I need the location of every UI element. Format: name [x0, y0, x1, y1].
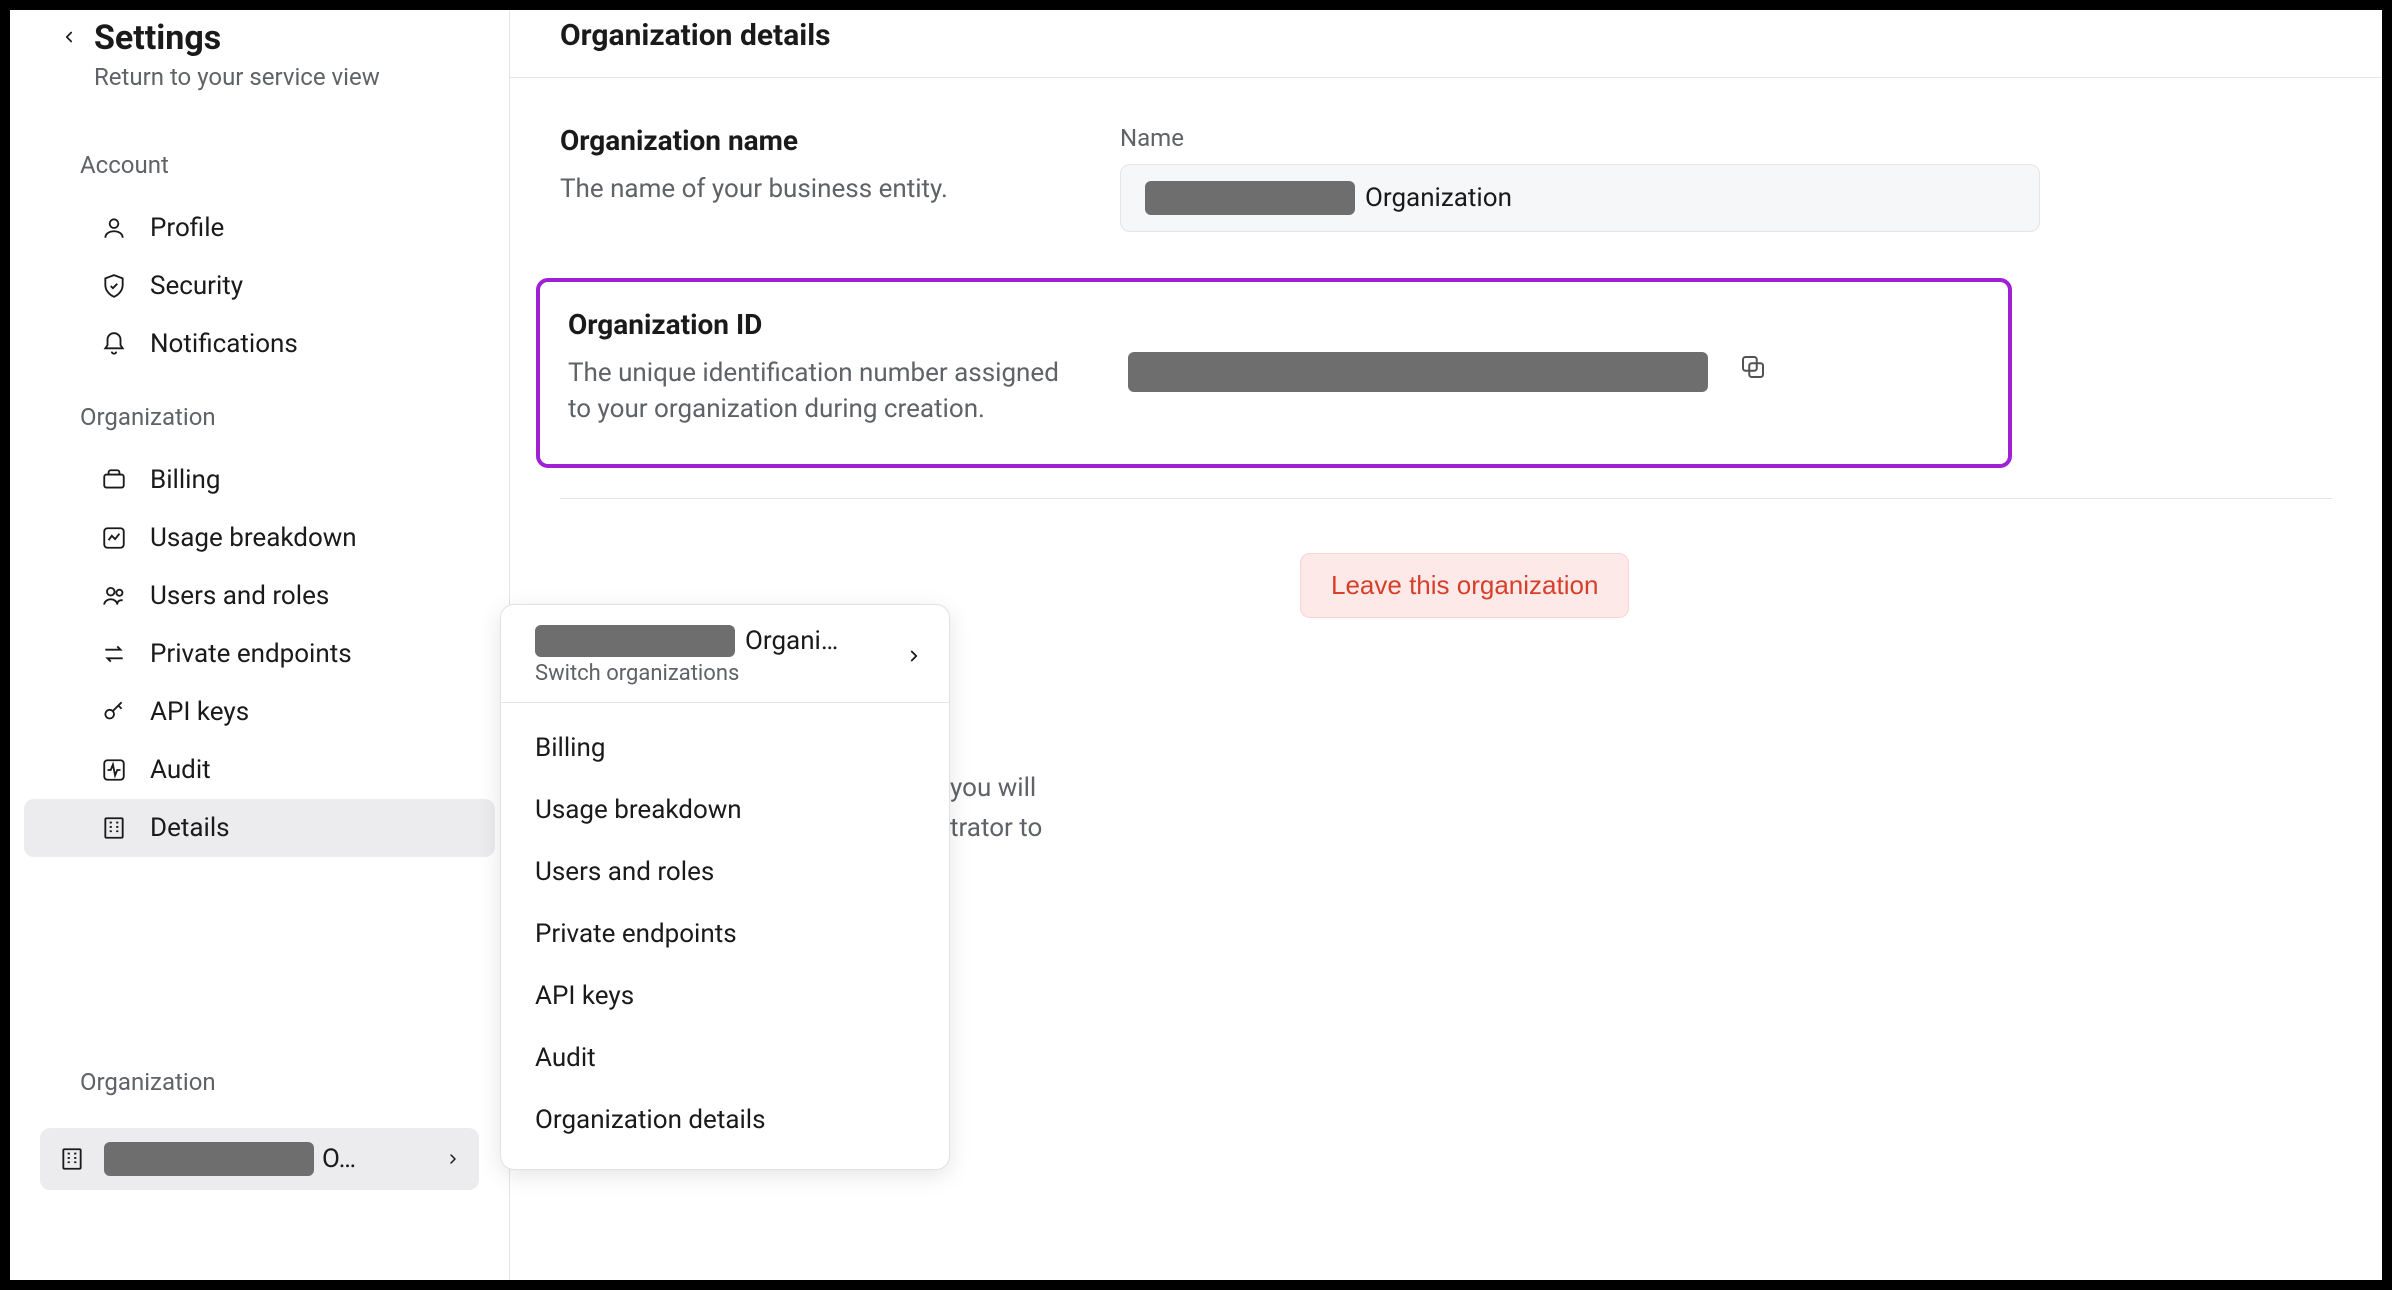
user-icon: [100, 214, 128, 242]
shield-icon: [100, 272, 128, 300]
chevron-right-icon: [905, 647, 923, 665]
wallet-icon: [100, 466, 128, 494]
redacted-popover-org: [535, 625, 735, 657]
popover-item-billing[interactable]: Billing: [501, 717, 949, 779]
org-id-desc: The unique identification number assigne…: [568, 355, 1088, 428]
back-chevron-icon[interactable]: [60, 28, 78, 46]
sidebar-item-label: Users and roles: [150, 581, 329, 611]
sidebar-item-label: Notifications: [150, 329, 298, 359]
settings-title: Settings: [94, 20, 380, 57]
key-icon: [100, 698, 128, 726]
org-name-section: Organization name The name of your busin…: [510, 78, 2382, 278]
arrows-icon: [100, 640, 128, 668]
sidebar-item-api-keys[interactable]: API keys: [24, 683, 495, 741]
sidebar-item-billing[interactable]: Billing: [24, 451, 495, 509]
org-switch-popover: Organi… Switch organizations Billing Usa…: [500, 604, 950, 1170]
org-id-heading: Organization ID: [568, 308, 1088, 341]
section-label-organization-bottom: Organization: [10, 1018, 509, 1116]
popover-items: Billing Usage breakdown Users and roles …: [501, 703, 949, 1169]
name-field-label: Name: [1120, 124, 2040, 152]
chart-icon: [100, 524, 128, 552]
org-name-value-suffix: Organization: [1365, 183, 1512, 213]
sidebar-item-label: API keys: [150, 697, 249, 727]
sidebar-item-notifications[interactable]: Notifications: [24, 315, 495, 373]
page-title: Organization details: [510, 10, 2382, 78]
redacted-org-id: [1128, 352, 1708, 392]
building-icon: [58, 1145, 86, 1173]
sidebar-item-users-roles[interactable]: Users and roles: [24, 567, 495, 625]
redacted-org-name-prefix: [1145, 181, 1355, 215]
switch-organizations-label: Switch organizations: [535, 661, 905, 686]
popover-header[interactable]: Organi… Switch organizations: [501, 605, 949, 703]
sidebar-item-label: Billing: [150, 465, 220, 495]
popover-item-private-endpoints[interactable]: Private endpoints: [501, 903, 949, 965]
leave-organization-button[interactable]: Leave this organization: [1300, 553, 1629, 618]
sidebar-item-label: Details: [150, 813, 230, 843]
settings-sidebar: Settings Return to your service view Acc…: [10, 10, 510, 1280]
section-label-organization: Organization: [10, 373, 509, 451]
sidebar-item-label: Usage breakdown: [150, 523, 357, 553]
org-name-suffix: O…: [322, 1144, 356, 1174]
section-label-account: Account: [10, 121, 509, 199]
activity-icon: [100, 756, 128, 784]
org-name: O…: [104, 1142, 427, 1176]
sidebar-header: Settings Return to your service view: [10, 10, 509, 121]
org-name-desc: The name of your business entity.: [560, 171, 1080, 207]
users-icon: [100, 582, 128, 610]
sidebar-item-security[interactable]: Security: [24, 257, 495, 315]
sidebar-item-profile[interactable]: Profile: [24, 199, 495, 257]
settings-subtitle[interactable]: Return to your service view: [94, 63, 380, 91]
org-switcher[interactable]: O…: [40, 1128, 479, 1190]
popover-item-api-keys[interactable]: API keys: [501, 965, 949, 1027]
org-id-highlight-box: Organization ID The unique identificatio…: [536, 278, 2012, 468]
sidebar-item-audit[interactable]: Audit: [24, 741, 495, 799]
copy-button[interactable]: [1738, 352, 1772, 386]
popover-item-org-details[interactable]: Organization details: [501, 1089, 949, 1151]
sidebar-item-label: Profile: [150, 213, 224, 243]
sidebar-item-label: Audit: [150, 755, 211, 785]
bell-icon: [100, 330, 128, 358]
redacted-org-name: [104, 1142, 314, 1176]
building-icon: [100, 814, 128, 842]
org-name-heading: Organization name: [560, 124, 1080, 157]
chevron-right-icon: [445, 1151, 461, 1167]
sidebar-item-details[interactable]: Details: [24, 799, 495, 857]
sidebar-item-label: Security: [150, 271, 243, 301]
sidebar-item-label: Private endpoints: [150, 639, 352, 669]
popover-item-audit[interactable]: Audit: [501, 1027, 949, 1089]
popover-item-users-roles[interactable]: Users and roles: [501, 841, 949, 903]
sidebar-item-private-endpoints[interactable]: Private endpoints: [24, 625, 495, 683]
popover-org-suffix: Organi…: [745, 626, 838, 656]
leave-desc-fragment: you will trator to: [950, 768, 1070, 849]
org-name-input[interactable]: Organization: [1120, 164, 2040, 232]
sidebar-item-usage[interactable]: Usage breakdown: [24, 509, 495, 567]
popover-item-usage[interactable]: Usage breakdown: [501, 779, 949, 841]
